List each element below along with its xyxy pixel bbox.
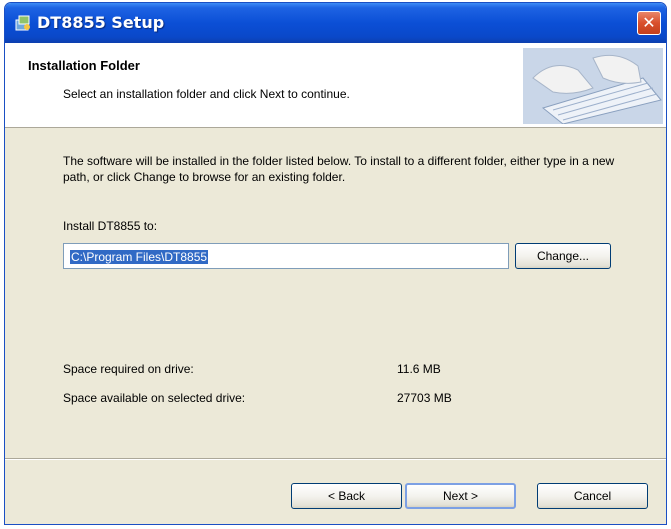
page-subtitle: Select an installation folder and click … <box>63 87 350 101</box>
space-available-value: 27703 MB <box>397 391 452 405</box>
space-required-value: 11.6 MB <box>397 362 441 376</box>
title-bar[interactable]: DT8855 Setup ✕ <box>5 3 666 43</box>
change-button[interactable]: Change... <box>515 243 611 269</box>
install-location-label: Install DT8855 to: <box>63 219 158 233</box>
keyboard-typing-image <box>523 48 663 124</box>
back-button[interactable]: < Back <box>291 483 402 509</box>
install-path-value: C:\Program Files\DT8855 <box>70 250 209 264</box>
next-button[interactable]: Next > <box>405 483 516 509</box>
header-panel: Installation Folder Select an installati… <box>5 43 666 128</box>
installer-icon <box>15 15 30 31</box>
install-path-input[interactable]: C:\Program Files\DT8855 <box>63 243 509 269</box>
space-available-label: Space available on selected drive: <box>63 391 246 405</box>
setup-window: DT8855 Setup ✕ Installation Folder Selec… <box>4 2 667 525</box>
close-icon: ✕ <box>642 13 656 32</box>
cancel-button[interactable]: Cancel <box>537 483 648 509</box>
window-title: DT8855 Setup <box>37 13 165 32</box>
footer-divider <box>5 458 666 460</box>
instructions-text: The software will be installed in the fo… <box>63 154 615 184</box>
space-required-label: Space required on drive: <box>63 362 194 376</box>
page-title: Installation Folder <box>28 58 140 73</box>
close-button[interactable]: ✕ <box>637 11 661 35</box>
